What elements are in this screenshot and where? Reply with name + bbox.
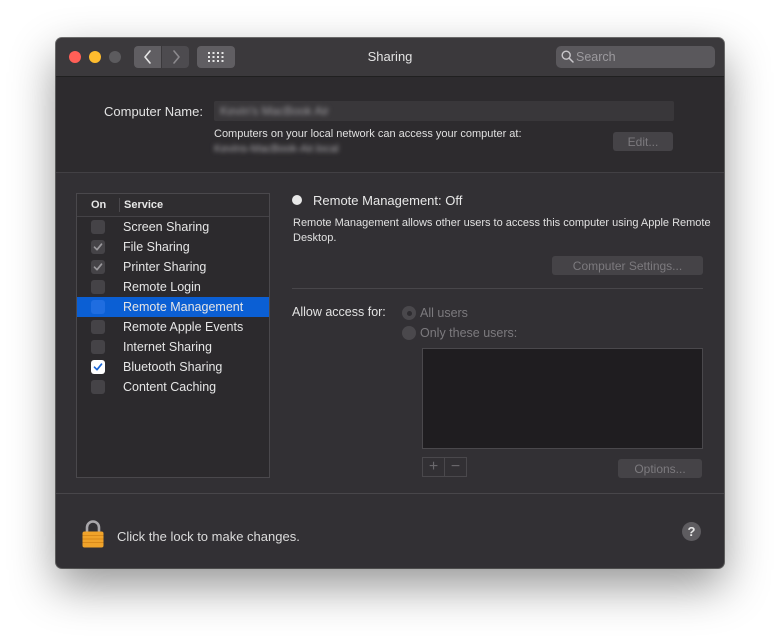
service-checkbox[interactable] bbox=[91, 380, 105, 394]
service-row[interactable]: Internet Sharing bbox=[77, 337, 269, 357]
column-header-service[interactable]: Service bbox=[124, 199, 163, 211]
lock-icon[interactable] bbox=[81, 519, 105, 549]
divider bbox=[292, 288, 703, 289]
service-label: File Sharing bbox=[123, 240, 190, 254]
service-label: Bluetooth Sharing bbox=[123, 360, 223, 374]
status-indicator-dot bbox=[292, 195, 302, 205]
footer-divider bbox=[56, 493, 724, 494]
only-these-users-radio[interactable] bbox=[402, 326, 416, 340]
title-bar: Sharing bbox=[56, 38, 724, 77]
sharing-window: Sharing Computer Name: Kevin's MacBook A… bbox=[56, 38, 724, 568]
users-list[interactable] bbox=[422, 348, 703, 449]
service-checkbox[interactable] bbox=[91, 280, 105, 294]
search-input[interactable] bbox=[576, 48, 706, 66]
service-label: Remote Apple Events bbox=[123, 320, 244, 334]
radio-selected-dot bbox=[406, 310, 412, 316]
service-label: Remote Management bbox=[123, 300, 244, 314]
add-user-button[interactable]: + bbox=[423, 458, 445, 476]
service-row[interactable]: Remote Login bbox=[77, 277, 269, 297]
service-row[interactable]: Content Caching bbox=[77, 377, 269, 397]
computer-name-field[interactable]: Kevin's MacBook Air bbox=[214, 101, 674, 121]
checkmark-icon bbox=[93, 243, 103, 251]
add-remove-control: + − bbox=[422, 457, 467, 477]
service-row[interactable]: Remote Apple Events bbox=[77, 317, 269, 337]
only-these-users-label[interactable]: Only these users: bbox=[420, 326, 517, 340]
service-checkbox[interactable] bbox=[91, 240, 105, 254]
service-checkbox[interactable] bbox=[91, 300, 105, 314]
service-label: Printer Sharing bbox=[123, 260, 207, 274]
service-row[interactable]: Remote Management bbox=[77, 297, 269, 317]
service-rows: Screen Sharing File Sharing Printer Sharin… bbox=[77, 217, 269, 397]
computer-name-section: Computer Name: Kevin's MacBook Air Compu… bbox=[56, 77, 724, 173]
allow-access-label: Allow access for: bbox=[292, 305, 386, 319]
service-row[interactable]: File Sharing bbox=[77, 237, 269, 257]
service-checkbox[interactable] bbox=[91, 360, 105, 374]
computer-name-label: Computer Name: bbox=[104, 104, 203, 119]
service-label: Screen Sharing bbox=[123, 220, 210, 234]
all-users-radio[interactable] bbox=[402, 306, 416, 320]
service-label: Content Caching bbox=[123, 380, 217, 394]
service-checkbox[interactable] bbox=[91, 220, 105, 234]
remote-management-status: Remote Management: Off bbox=[313, 193, 463, 208]
options-button[interactable]: Options... bbox=[618, 459, 702, 478]
edit-button[interactable]: Edit... bbox=[613, 132, 673, 151]
remote-management-description: Remote Management allows other users to … bbox=[293, 217, 711, 244]
remove-user-button[interactable]: − bbox=[445, 458, 466, 476]
help-button[interactable]: ? bbox=[682, 522, 701, 541]
service-list: On Service Screen Sharing File Sharing Pri… bbox=[76, 193, 270, 478]
service-checkbox[interactable] bbox=[91, 340, 105, 354]
search-field[interactable] bbox=[556, 46, 715, 68]
service-label: Remote Login bbox=[123, 280, 201, 294]
all-users-label[interactable]: All users bbox=[420, 306, 468, 320]
service-checkbox[interactable] bbox=[91, 260, 105, 274]
column-divider bbox=[119, 198, 120, 212]
service-row[interactable]: Bluetooth Sharing bbox=[77, 357, 269, 377]
network-access-description: Computers on your local network can acce… bbox=[214, 128, 522, 140]
service-checkbox[interactable] bbox=[91, 320, 105, 334]
computer-settings-button[interactable]: Computer Settings... bbox=[552, 256, 703, 275]
service-list-header: On Service bbox=[77, 194, 269, 217]
column-header-on[interactable]: On bbox=[91, 199, 106, 211]
local-hostname: Kevins-MacBook-Air.local bbox=[214, 143, 339, 155]
service-row[interactable]: Printer Sharing bbox=[77, 257, 269, 277]
service-row[interactable]: Screen Sharing bbox=[77, 217, 269, 237]
lock-message: Click the lock to make changes. bbox=[117, 529, 300, 544]
service-label: Internet Sharing bbox=[123, 340, 212, 354]
checkmark-icon bbox=[93, 263, 103, 271]
checkmark-icon bbox=[93, 363, 103, 371]
search-icon bbox=[561, 50, 574, 63]
computer-name-value: Kevin's MacBook Air bbox=[220, 104, 330, 118]
